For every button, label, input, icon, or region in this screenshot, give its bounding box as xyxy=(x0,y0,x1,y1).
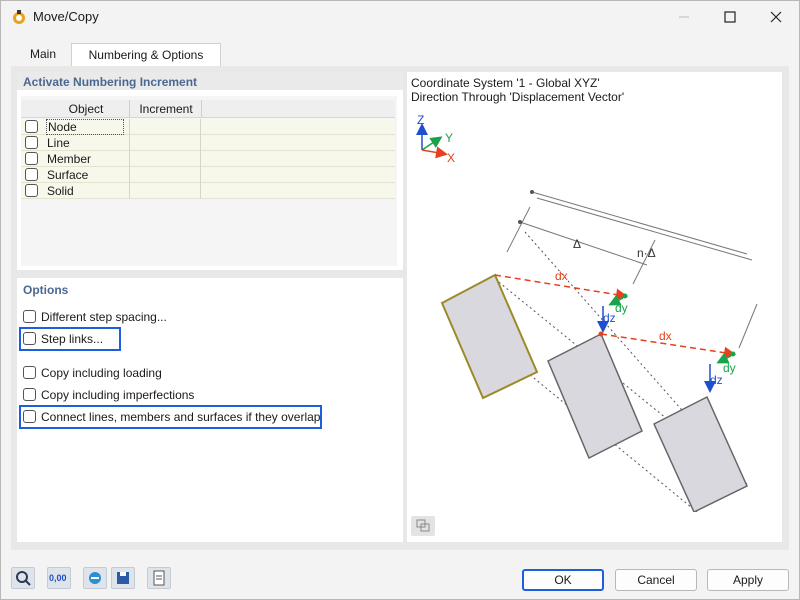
cancel-button[interactable]: Cancel xyxy=(615,569,697,591)
row-label: Member xyxy=(47,152,92,166)
dx-label-2: dx xyxy=(659,329,672,343)
displacement-illustration: Z Y X Δ n·Δ dx dx dy dy dz dz xyxy=(416,113,758,512)
window-title: Move/Copy xyxy=(33,9,99,24)
maximize-button[interactable] xyxy=(707,1,753,33)
axis-x-label: X xyxy=(447,151,455,165)
minimize-button[interactable] xyxy=(661,1,707,33)
checkbox[interactable] xyxy=(23,388,36,401)
exchange-icon xyxy=(89,572,101,584)
dz-label-1: dz xyxy=(603,311,616,325)
checkbox[interactable] xyxy=(23,310,36,323)
clipboard-button[interactable] xyxy=(147,567,171,589)
axis-triad-icon xyxy=(416,123,448,159)
app-icon xyxy=(13,10,25,24)
units-icon: 0,00 xyxy=(49,573,67,583)
copy-surface-1 xyxy=(547,332,643,460)
row-label: Node xyxy=(46,119,124,135)
row-label: Line xyxy=(47,136,70,150)
increment-cell[interactable] xyxy=(129,135,201,151)
dimension-lines xyxy=(506,191,758,349)
increment-cell[interactable] xyxy=(129,167,201,183)
save-icon xyxy=(117,572,129,584)
checkbox[interactable] xyxy=(25,168,38,181)
row-label: Surface xyxy=(47,168,89,182)
title-bar: Move/Copy xyxy=(1,1,799,33)
diagram-panel: Coordinate System '1 - Global XYZ' Direc… xyxy=(407,72,782,542)
options-title: Options xyxy=(23,283,69,297)
increment-cell[interactable] xyxy=(129,183,201,199)
option-label: Copy including imperfections xyxy=(41,388,195,402)
option-label: Copy including loading xyxy=(41,366,162,380)
numbering-panel: Activate Numbering Increment Object Incr… xyxy=(17,72,403,270)
increment-cell[interactable] xyxy=(129,151,201,167)
column-divider xyxy=(129,100,130,118)
n-delta-label: n·Δ xyxy=(637,246,656,260)
highlight-box xyxy=(19,405,322,429)
axis-z-label: Z xyxy=(417,113,424,127)
dimension-point xyxy=(530,190,534,194)
checkbox[interactable] xyxy=(23,366,36,379)
exchange-button[interactable] xyxy=(83,567,107,589)
table-row[interactable]: Node xyxy=(21,119,395,135)
numbering-title: Activate Numbering Increment xyxy=(23,75,198,89)
view-toggle-icon xyxy=(416,519,430,532)
dimension-point xyxy=(518,220,522,224)
table-row[interactable]: Surface xyxy=(21,167,395,183)
close-icon xyxy=(770,11,782,23)
original-surface xyxy=(440,273,539,400)
maximize-icon xyxy=(724,11,736,23)
vector-point xyxy=(598,331,604,337)
table-row[interactable]: Solid xyxy=(21,183,395,199)
increment-cell[interactable] xyxy=(129,119,201,135)
diagram-view-button[interactable] xyxy=(411,516,435,536)
option-label: Different step spacing... xyxy=(41,310,167,324)
tab-numbering-options[interactable]: Numbering & Options xyxy=(71,43,221,67)
save-button[interactable] xyxy=(111,567,135,589)
minimize-icon xyxy=(679,16,689,18)
checkbox[interactable] xyxy=(25,120,38,133)
close-button[interactable] xyxy=(753,1,799,33)
table-row[interactable]: Line xyxy=(21,135,395,151)
units-button[interactable]: 0,00 xyxy=(47,567,71,589)
row-label: Solid xyxy=(47,184,74,198)
highlight-box xyxy=(19,327,121,351)
copy-surface-2 xyxy=(653,395,748,512)
grid-header: Object Increment xyxy=(21,100,395,118)
column-increment: Increment xyxy=(139,102,193,116)
dz-label-2: dz xyxy=(710,373,723,387)
column-object: Object xyxy=(68,102,104,116)
dy-label-2: dy xyxy=(723,361,736,375)
move-copy-dialog: Move/Copy Main Numbering & Options Activ… xyxy=(0,0,800,600)
tab-main[interactable]: Main xyxy=(19,43,67,65)
checkbox[interactable] xyxy=(25,152,38,165)
tab-content: Activate Numbering Increment Object Incr… xyxy=(11,66,789,550)
column-divider xyxy=(201,100,202,118)
delta-label: Δ xyxy=(573,237,581,251)
dx-label-1: dx xyxy=(555,269,568,283)
search-button[interactable] xyxy=(11,567,35,589)
ok-button[interactable]: OK xyxy=(522,569,604,591)
search-icon xyxy=(16,571,31,586)
dy-label-1: dy xyxy=(615,301,628,315)
checkbox[interactable] xyxy=(25,136,38,149)
clipboard-icon xyxy=(153,570,165,586)
checkbox[interactable] xyxy=(25,184,38,197)
options-panel: Options Different step spacing... Step l… xyxy=(17,278,403,542)
axis-y-label: Y xyxy=(445,131,453,145)
apply-button[interactable]: Apply xyxy=(707,569,789,591)
bottom-bar: 0,00 OK Cancel Apply xyxy=(1,557,799,599)
vector-point xyxy=(730,351,736,357)
table-row[interactable]: Member xyxy=(21,151,395,167)
vector-point xyxy=(622,293,628,299)
